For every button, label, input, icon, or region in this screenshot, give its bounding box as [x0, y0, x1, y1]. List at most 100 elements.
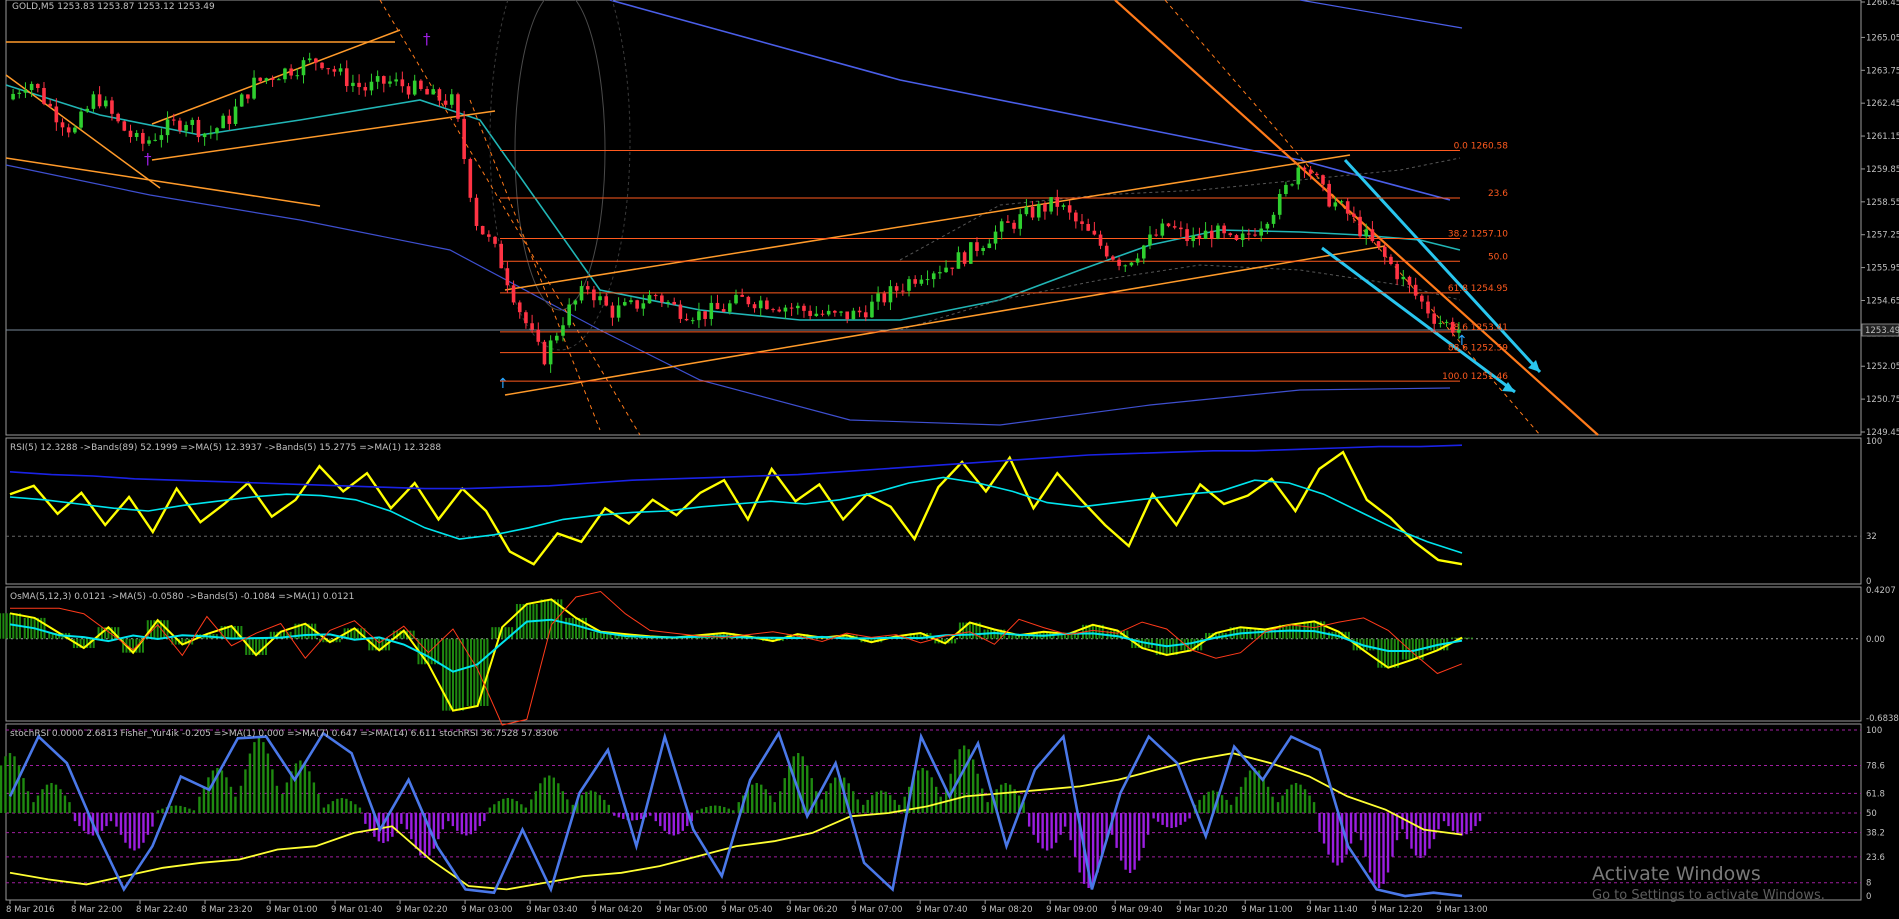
x-tick-label: 9 Mar 01:40: [331, 905, 382, 915]
x-tick-label: 9 Mar 02:20: [396, 905, 447, 915]
candle-body: [1228, 233, 1233, 236]
stoch-y-label: 0: [1866, 892, 1871, 902]
candle-body: [1450, 321, 1455, 333]
candle-body: [128, 130, 133, 137]
candle-body: [814, 313, 819, 316]
candle-body: [283, 68, 287, 80]
stoch-y-label: 38.2: [1866, 829, 1885, 839]
candle-body: [1141, 245, 1146, 259]
candle-body: [332, 69, 337, 72]
candle-body: [363, 87, 368, 91]
candle-body: [209, 133, 213, 135]
candle-body: [771, 309, 775, 311]
osma-y-label: 0.00: [1866, 635, 1885, 645]
candle-body: [845, 311, 850, 320]
candle-body: [678, 304, 683, 319]
x-tick-label: 9 Mar 11:40: [1306, 905, 1357, 915]
candle-body: [153, 139, 157, 141]
candle-body: [1382, 246, 1387, 257]
candle-body: [122, 121, 127, 131]
candle-body: [777, 309, 782, 312]
stoch-y-label: 78.6: [1866, 762, 1885, 772]
candle-body: [653, 295, 658, 297]
candle-body: [227, 115, 232, 124]
price-y-label: 1266.45: [1866, 0, 1899, 8]
candle-body: [938, 272, 942, 274]
x-tick-label: 9 Mar 09:40: [1111, 905, 1162, 915]
osma-y-label: 0.4207: [1866, 586, 1896, 596]
candle-body: [270, 78, 275, 80]
candle-body: [870, 301, 874, 318]
candle-body: [159, 135, 164, 140]
candle-body: [1018, 214, 1023, 229]
candle-body: [1265, 223, 1270, 229]
candle-body: [635, 300, 639, 309]
x-tick-label: 9 Mar 03:00: [461, 905, 512, 915]
candle-body: [567, 304, 571, 326]
candle-body: [666, 301, 670, 303]
candle-body: [326, 68, 331, 70]
candle-body: [1203, 230, 1208, 239]
candle-body: [931, 273, 936, 280]
candle-body: [202, 133, 207, 138]
candle-body: [888, 286, 893, 303]
price-y-label: 1252.05: [1866, 362, 1899, 372]
candle-body: [79, 111, 83, 128]
price-y-label: 1265.05: [1866, 33, 1899, 43]
candle-body: [1315, 173, 1319, 176]
candle-body: [517, 302, 522, 313]
candle-body: [171, 119, 176, 121]
candle-body: [876, 293, 880, 302]
candle-body: [1296, 167, 1301, 185]
candle-body: [1160, 223, 1165, 236]
candle-body: [894, 286, 899, 291]
candle-body: [542, 341, 547, 365]
candle-body: [758, 300, 763, 309]
candle-body: [1327, 183, 1331, 207]
candle-body: [1055, 197, 1060, 207]
candle-body: [239, 94, 244, 107]
x-tick-label: 9 Mar 13:00: [1436, 905, 1487, 915]
candle-body: [647, 295, 652, 304]
candle-body: [1036, 203, 1041, 218]
candle-body: [1080, 221, 1084, 225]
candle-body: [375, 76, 380, 82]
candle-body: [579, 286, 584, 301]
candle-body: [1290, 184, 1294, 186]
candle-body: [394, 79, 398, 82]
rsi-y-label: 32: [1866, 532, 1877, 542]
osma-y-label: -0.6838: [1866, 714, 1899, 724]
candle-body: [116, 113, 120, 122]
candle-body: [573, 300, 578, 305]
price-y-label: 1262.45: [1866, 99, 1899, 109]
candle-body: [629, 300, 633, 303]
candle-body: [406, 86, 411, 95]
cross-marker: †: [423, 30, 431, 48]
candle-body: [184, 124, 188, 131]
candle-body: [221, 115, 225, 129]
candle-body: [703, 311, 707, 319]
candle-body: [752, 304, 757, 309]
trading-chart[interactable]: ↑ ↑ † † 0.0 1260.5823.638.2 1257.1050.06…: [0, 0, 1899, 919]
candle-body: [474, 197, 479, 226]
rsi-y-label: 100: [1866, 437, 1882, 447]
candle-body: [610, 305, 615, 318]
candle-body: [795, 305, 800, 309]
candle-body: [1333, 202, 1338, 207]
candle-body: [746, 296, 751, 305]
x-tick-label: 9 Mar 06:20: [786, 905, 837, 915]
price-y-label: 1261.15: [1866, 132, 1899, 142]
candle-body: [141, 132, 145, 144]
fib-label: 38.2 1257.10: [1448, 230, 1508, 240]
candle-body: [833, 310, 837, 313]
x-tick-label: 8 Mar 23:20: [201, 905, 252, 915]
candle-body: [1339, 201, 1344, 203]
candle-body: [85, 108, 90, 112]
candle-body: [913, 279, 917, 284]
candle-body: [42, 87, 46, 104]
candle-body: [684, 318, 689, 321]
candle-body: [1006, 221, 1010, 223]
candle-body: [487, 234, 491, 237]
candle-body: [165, 119, 170, 136]
candle-body: [443, 100, 448, 105]
